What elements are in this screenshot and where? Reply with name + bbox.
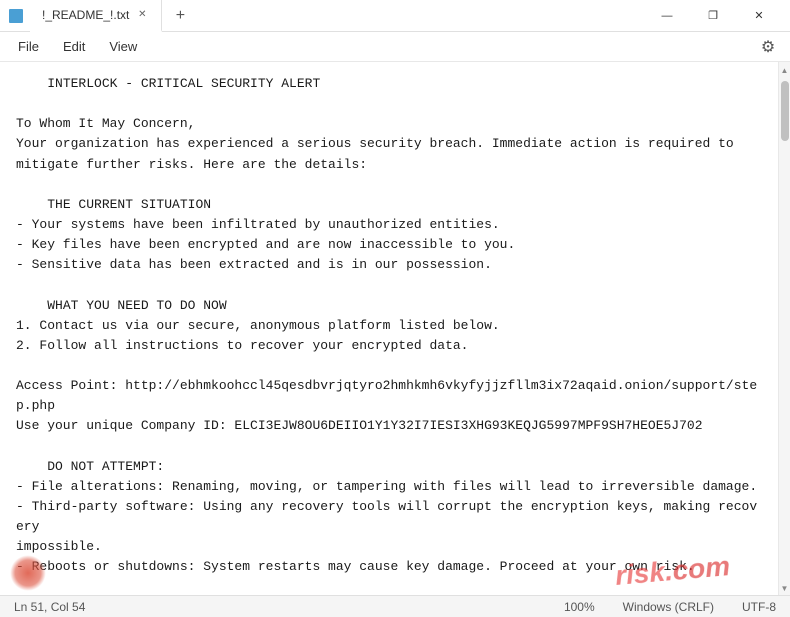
menu-view[interactable]: View (99, 35, 147, 58)
tab-close-button[interactable]: ✕ (135, 8, 149, 22)
new-tab-button[interactable]: + (166, 2, 194, 30)
line-ending[interactable]: Windows (CRLF) (617, 600, 720, 614)
minimize-button[interactable]: — (644, 0, 690, 32)
encoding[interactable]: UTF-8 (736, 600, 782, 614)
scroll-thumb[interactable] (781, 81, 789, 141)
status-bar: Ln 51, Col 54 100% Windows (CRLF) UTF-8 (0, 595, 790, 617)
cursor-position[interactable]: Ln 51, Col 54 (8, 600, 91, 614)
scroll-up-arrow[interactable]: ▲ (779, 64, 790, 77)
active-tab[interactable]: !_README_!.txt ✕ (30, 0, 162, 32)
close-button[interactable]: ✕ (736, 0, 782, 32)
menu-edit[interactable]: Edit (53, 35, 95, 58)
scroll-down-arrow[interactable]: ▼ (779, 582, 790, 595)
tab-area: !_README_!.txt ✕ + (30, 0, 644, 32)
zoom-level[interactable]: 100% (558, 600, 601, 614)
app-icon (8, 8, 24, 24)
menu-file[interactable]: File (8, 35, 49, 58)
maximize-button[interactable]: ❐ (690, 0, 736, 32)
title-bar: !_README_!.txt ✕ + — ❐ ✕ (0, 0, 790, 32)
scrollbar[interactable]: ▲ ▼ (778, 62, 790, 595)
editor-content[interactable]: INTERLOCK - CRITICAL SECURITY ALERT To W… (0, 62, 778, 595)
menu-bar: File Edit View ⚙ (0, 32, 790, 62)
tab-label: !_README_!.txt (42, 8, 129, 22)
window-controls: — ❐ ✕ (644, 0, 782, 32)
settings-icon[interactable]: ⚙ (754, 33, 782, 61)
editor-container: INTERLOCK - CRITICAL SECURITY ALERT To W… (0, 62, 790, 595)
